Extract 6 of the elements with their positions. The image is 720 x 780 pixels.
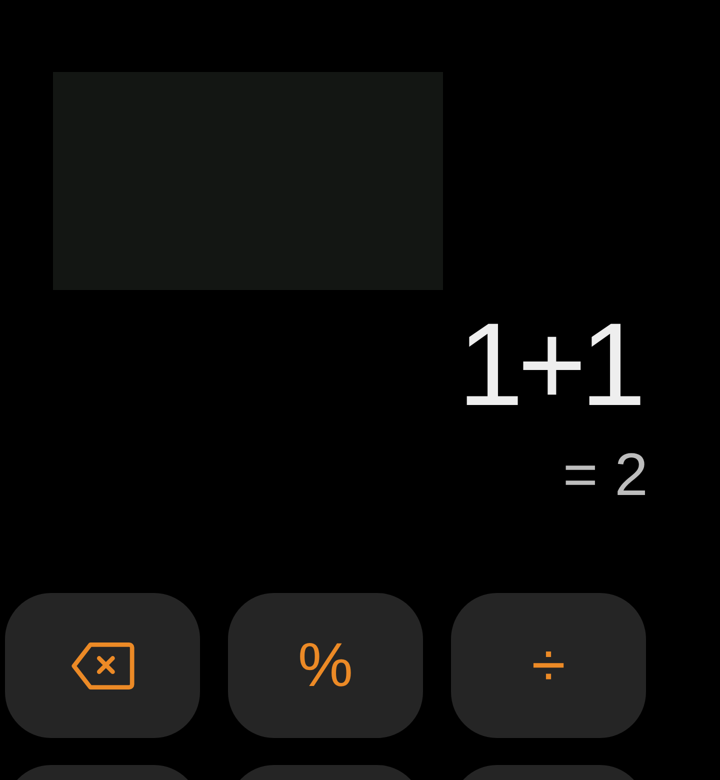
- result-text: = 2: [562, 445, 648, 505]
- backspace-button[interactable]: [5, 593, 200, 738]
- expression-text: 1+1: [458, 306, 640, 424]
- operator-button[interactable]: %: [228, 593, 423, 738]
- operator-button[interactable]: ÷: [451, 593, 646, 738]
- backspace-icon: [70, 640, 134, 690]
